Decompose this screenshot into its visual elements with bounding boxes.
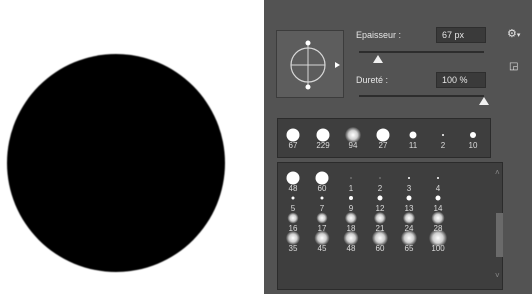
brush-size-label: 27 <box>378 141 388 150</box>
gear-icon[interactable]: ⚙▾ <box>507 27 520 40</box>
thickness-slider-track[interactable] <box>359 51 484 53</box>
preset-brush-cell[interactable]: 60 <box>365 227 395 255</box>
preset-brush-cell[interactable]: 45 <box>307 227 337 255</box>
brush-tip-icon <box>315 171 329 185</box>
brush-tip-icon <box>287 212 299 224</box>
brush-tip-icon <box>374 212 386 224</box>
brush-size-label: 65 <box>404 244 414 253</box>
thickness-label: Epaisseur : <box>356 30 402 40</box>
recent-brushes-row: 67 229 94 27 11 2 10 <box>277 118 491 158</box>
brush-tip-crosshair-icon <box>290 40 340 90</box>
preset-brush-cell[interactable]: 35 <box>278 227 308 255</box>
brush-size-label: 229 <box>316 141 330 150</box>
brush-tip-icon <box>320 196 324 200</box>
scroll-up-icon[interactable]: ˄ <box>495 168 500 177</box>
brush-size-label: 60 <box>375 244 385 253</box>
brush-tip-icon <box>316 212 328 224</box>
thickness-field[interactable]: 67 px <box>436 27 486 43</box>
hardness-field[interactable]: 100 % <box>436 72 486 88</box>
brush-tip-icon <box>403 212 415 224</box>
preset-brush-cell[interactable]: 65 <box>394 227 424 255</box>
brush-presets-grid: ˄ ˅ 486012345791213141617182124283545486… <box>277 162 503 290</box>
preset-brush-cell[interactable]: 48 <box>336 227 366 255</box>
recent-brush-cell[interactable]: 67 <box>278 124 308 152</box>
brush-tip-icon <box>406 195 412 201</box>
hardness-slider-handle[interactable] <box>479 97 489 105</box>
brush-size-label: 35 <box>288 244 298 253</box>
brush-tip-icon <box>291 196 295 200</box>
brush-tip-icon <box>316 128 330 142</box>
brush-size-label: 67 <box>288 141 298 150</box>
brush-size-label: 100 <box>431 244 445 253</box>
brush-size-label: 11 <box>408 141 418 150</box>
recent-brush-cell[interactable]: 2 <box>428 124 458 152</box>
brush-size-label: 48 <box>346 244 356 253</box>
thickness-slider-handle[interactable] <box>372 55 383 63</box>
brush-tip-icon <box>350 177 352 179</box>
brush-stroke-preview <box>7 54 225 272</box>
brush-tip-icon <box>409 131 417 139</box>
brush-size-label: 94 <box>348 141 358 150</box>
hardness-label: Dureté : <box>356 75 389 85</box>
scrollbar-thumb[interactable] <box>496 213 503 257</box>
brush-tip-icon <box>377 195 383 201</box>
brush-tip-icon <box>286 128 300 142</box>
brush-size-label: 45 <box>317 244 327 253</box>
recent-brush-cell[interactable]: 11 <box>398 124 428 152</box>
brush-size-label: 10 <box>468 141 478 150</box>
brush-tip-icon <box>431 211 445 225</box>
canvas-area[interactable] <box>0 0 264 294</box>
recent-brush-cell[interactable]: 27 <box>368 124 398 152</box>
recent-brush-cell[interactable]: 94 <box>338 124 368 152</box>
brush-tip-icon <box>470 132 476 138</box>
brush-tip-icon <box>437 177 439 179</box>
gear-glyph: ⚙ <box>507 28 517 40</box>
brush-tip-icon <box>379 177 381 179</box>
preset-brush-cell[interactable]: 100 <box>423 227 453 255</box>
brush-tip-icon <box>435 195 441 201</box>
recent-brush-cell[interactable]: 229 <box>308 124 338 152</box>
scroll-down-icon[interactable]: ˅ <box>495 271 500 280</box>
recent-brush-cell[interactable]: 10 <box>458 124 488 152</box>
presets-scrollbar[interactable]: ˄ ˅ <box>494 165 504 287</box>
hardness-slider-track[interactable] <box>359 95 484 97</box>
brush-tip-icon <box>345 212 357 224</box>
brush-tip-icon <box>286 171 300 185</box>
brush-tip-icon <box>286 231 300 245</box>
brush-tip-icon <box>442 134 444 136</box>
brush-tip-icon <box>349 196 353 200</box>
brush-preset-picker: Epaisseur : 67 px Dureté : 100 % ⚙▾ ◲ 67… <box>264 0 532 294</box>
brush-tip-icon <box>408 177 410 179</box>
new-preset-icon[interactable]: ◲ <box>509 61 518 72</box>
brush-size-label: 2 <box>440 141 446 150</box>
brush-tip-angle-preview[interactable] <box>276 30 344 98</box>
chevron-down-icon: ▾ <box>516 32 521 39</box>
brush-tip-icon <box>376 128 390 142</box>
